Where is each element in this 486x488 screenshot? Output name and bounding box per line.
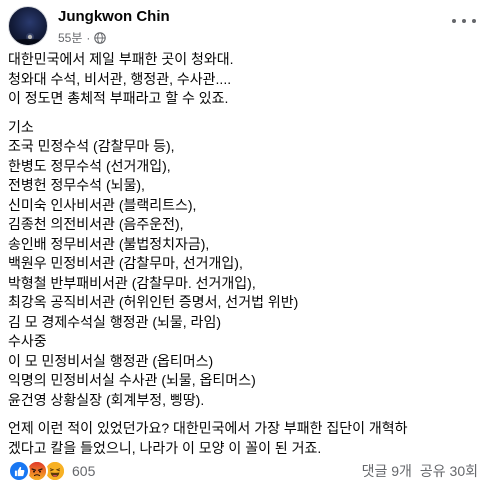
post-line: 이 정도면 총체적 부패라고 할 수 있죠. [8, 90, 229, 106]
reaction-icons [8, 460, 66, 482]
post-time[interactable]: 55분 [58, 29, 82, 46]
post-line: 전병헌 정무수석 (뇌물), [8, 177, 145, 193]
post-line: 최강옥 공직비서관 (허위인턴 증명서, 선거법 위반) [8, 294, 299, 310]
meta-separator: · [86, 30, 91, 45]
post-line: 신미숙 인사비서관 (블랙리트스), [8, 196, 197, 213]
post-meta: 55분 · [58, 29, 107, 46]
post-line: 수사중 [8, 333, 47, 349]
post-text: 대한민국에서 제일 부패한 곳이 청와대. 청와대 수석, 비서관, 행정관, … [8, 50, 478, 458]
like-icon [8, 460, 30, 482]
reactions-summary[interactable]: 605 [8, 460, 95, 482]
post-line: 청와대 수석, 비서관, 행정관, 수사관.... [8, 70, 232, 87]
globe-icon [94, 31, 107, 44]
post-line: 겠다고 칼을 들었으니, 나라가 이 모양 이 꼴이 된 거죠. [8, 439, 322, 456]
post-line: 윤건영 상황실장 (회계부정, 삥땅). [8, 391, 205, 408]
more-options-icon[interactable] [452, 14, 476, 28]
post-line: 익명의 민정비서실 수사관 (뇌물, 옵티머스) [8, 372, 256, 388]
post-header: Jungkwon Chin 55분 · [8, 4, 478, 48]
post-line: 언제 이런 적이 있었던가요? 대한민국에서 가장 부패한 집단이 개혁하 [8, 420, 408, 436]
post-line: 송인배 정무비서관 (불법정치자금), [8, 235, 210, 252]
shares-count[interactable]: 공유 30회 [420, 461, 478, 481]
comments-count[interactable]: 댓글 9개 [362, 461, 412, 481]
post-footer: 605 댓글 9개 공유 30회 [8, 459, 478, 483]
post-line: 이 모 민정비서실 행정관 (옵티머스) [8, 352, 214, 369]
reaction-count[interactable]: 605 [72, 463, 95, 479]
post-line: 백원우 민정비서관 (감찰무마, 선거개입), [8, 255, 243, 271]
post-line: 대한민국에서 제일 부패한 곳이 청와대. [8, 51, 234, 67]
post-line: 박형철 반부패비서관 (감찰무마. 선거개입), [8, 274, 256, 291]
engagement-counts: 댓글 9개 공유 30회 [362, 461, 478, 481]
post-line: 기소 [8, 118, 34, 135]
author-name[interactable]: Jungkwon Chin [58, 8, 170, 25]
post-line: 김 모 경제수석실 행정관 (뇌물, 라임) [8, 313, 221, 330]
author-avatar[interactable] [8, 6, 48, 46]
facebook-post: Jungkwon Chin 55분 · 대한민국에서 제일 부패한 곳이 청와대… [0, 0, 486, 488]
post-line: 김종천 의전비서관 (음주운전), [8, 216, 184, 232]
post-line: 조국 민정수석 (감찰무마 등), [8, 138, 175, 154]
post-line: 한병도 정무수석 (선거개입), [8, 157, 171, 174]
